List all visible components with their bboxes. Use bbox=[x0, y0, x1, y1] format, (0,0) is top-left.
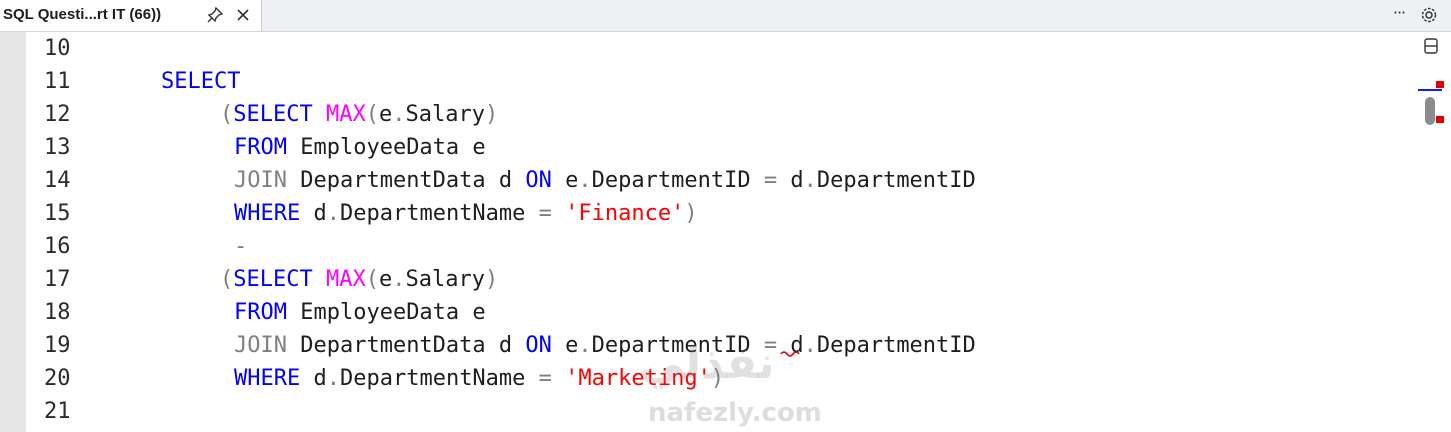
code-token: DepartmentData d bbox=[286, 168, 526, 193]
code-token: = bbox=[763, 168, 778, 193]
code-token: . bbox=[803, 168, 817, 193]
code-token: ) bbox=[484, 102, 499, 127]
code-token: DepartmentID bbox=[816, 333, 976, 358]
code-token: e bbox=[378, 102, 393, 127]
code-token: d bbox=[777, 168, 804, 193]
code-token: Salary bbox=[405, 102, 485, 127]
code-token: Salary bbox=[405, 267, 485, 292]
code-token: d bbox=[300, 201, 327, 226]
code-token: FROM bbox=[234, 135, 287, 160]
pin-icon[interactable] bbox=[206, 6, 224, 24]
code-token: . bbox=[392, 267, 406, 292]
code-token: JOIN bbox=[234, 168, 287, 193]
document-tab[interactable]: SQL Questi...rt IT (66)) bbox=[0, 0, 262, 31]
document-tab-strip: SQL Questi...rt IT (66)) ··· bbox=[0, 0, 1451, 32]
code-token: d bbox=[300, 366, 327, 391]
code-token: MAX bbox=[325, 267, 366, 292]
code-token: MAX bbox=[325, 102, 366, 127]
code-token: . bbox=[578, 168, 592, 193]
code-token: SELECT bbox=[161, 69, 241, 94]
code-line[interactable]: - bbox=[234, 235, 247, 259]
code-token: . bbox=[326, 366, 340, 391]
tab-title[interactable]: SQL Questi...rt IT (66)) bbox=[3, 6, 161, 23]
code-token: ) bbox=[684, 201, 698, 226]
code-token: SELECT bbox=[233, 267, 313, 292]
more-horizontal-icon[interactable]: ··· bbox=[1388, 3, 1410, 25]
code-token: . bbox=[326, 201, 340, 226]
code-token: ON bbox=[525, 333, 552, 358]
code-token: 'Finance' bbox=[565, 201, 685, 226]
code-line[interactable]: FROM EmployeeData e bbox=[234, 301, 486, 325]
scrollbar-caret-marker bbox=[1418, 89, 1442, 91]
code-token: = bbox=[538, 366, 552, 391]
code-line[interactable]: FROM EmployeeData e bbox=[234, 136, 486, 160]
code-token: DepartmentData d bbox=[286, 333, 526, 358]
code-token: ( bbox=[220, 102, 234, 127]
scrollbar-error-marker bbox=[1436, 81, 1444, 88]
code-token: e bbox=[551, 168, 579, 193]
code-line[interactable]: (SELECT MAX(e.Salary) bbox=[220, 103, 498, 127]
code-token: ( bbox=[365, 267, 379, 292]
code-line[interactable]: (SELECT MAX(e.Salary) bbox=[220, 268, 498, 292]
code-token: FROM bbox=[234, 300, 287, 325]
scrollbar-error-marker bbox=[1436, 116, 1444, 123]
code-token: = bbox=[538, 201, 552, 226]
code-token: SELECT bbox=[233, 102, 313, 127]
close-icon[interactable] bbox=[234, 6, 252, 24]
code-token: . bbox=[392, 102, 406, 127]
code-token: DepartmentID bbox=[816, 168, 976, 193]
gear-icon[interactable] bbox=[1419, 5, 1439, 25]
code-line[interactable]: JOIN DepartmentData d ON e.DepartmentID … bbox=[234, 169, 976, 193]
code-token: WHERE bbox=[234, 201, 301, 226]
code-token: ( bbox=[365, 102, 379, 127]
code-line[interactable]: SELECT bbox=[161, 70, 240, 94]
code-line[interactable]: JOIN DepartmentData d ON e.DepartmentID … bbox=[234, 334, 976, 358]
split-editor-icon[interactable] bbox=[1422, 36, 1440, 56]
code-token: DepartmentID bbox=[591, 168, 764, 193]
code-token: JOIN bbox=[234, 333, 287, 358]
code-token: EmployeeData e bbox=[286, 135, 486, 160]
code-token: . bbox=[578, 333, 592, 358]
code-token: DepartmentName bbox=[339, 201, 539, 226]
watermark-url: nafezly.com bbox=[648, 398, 822, 428]
code-token: EmployeeData e bbox=[286, 300, 486, 325]
scrollbar-thumb[interactable] bbox=[1425, 97, 1435, 125]
code-token: ON bbox=[525, 168, 552, 193]
watermark-logo: نفذلي bbox=[640, 338, 775, 389]
code-token: e bbox=[551, 333, 579, 358]
code-token: WHERE bbox=[234, 366, 301, 391]
code-token: e bbox=[378, 267, 393, 292]
code-token: DepartmentName bbox=[339, 366, 539, 391]
code-line[interactable]: WHERE d.DepartmentName = 'Finance') bbox=[234, 202, 698, 226]
code-token: - bbox=[234, 234, 248, 259]
code-token: ( bbox=[220, 267, 234, 292]
code-token: ) bbox=[484, 267, 499, 292]
